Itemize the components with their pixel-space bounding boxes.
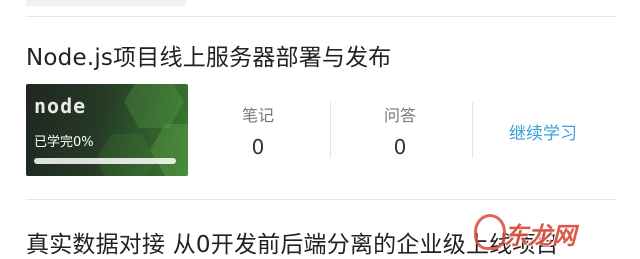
nodejs-logo-icon: node (34, 94, 87, 118)
divider-bottom (26, 199, 616, 200)
previous-item-edge (26, 0, 186, 6)
progress-status-text: 已学完0% (34, 135, 94, 150)
hexagon-decoration (96, 134, 156, 176)
hexagon-decoration (124, 84, 184, 128)
watermark-text: 东龙网 (504, 222, 576, 250)
course-thumbnail[interactable]: node 已学完0% (26, 84, 188, 176)
continue-learning-link[interactable]: 继续学习 (472, 119, 614, 144)
qa-stat[interactable]: 问答 0 (330, 102, 470, 159)
notes-label: 笔记 (241, 106, 274, 125)
divider-top (26, 16, 616, 17)
logo-mark-icon (474, 214, 506, 250)
qa-count: 0 (393, 135, 407, 159)
course-title[interactable]: Node.js项目线上服务器部署与发布 (26, 38, 392, 72)
qa-label: 问答 (383, 106, 416, 125)
watermark: 东龙网 (468, 208, 620, 252)
hexagon-decoration (150, 124, 188, 176)
notes-count: 0 (251, 135, 265, 159)
progress-bar (34, 158, 176, 164)
notes-stat[interactable]: 笔记 0 (188, 102, 328, 159)
